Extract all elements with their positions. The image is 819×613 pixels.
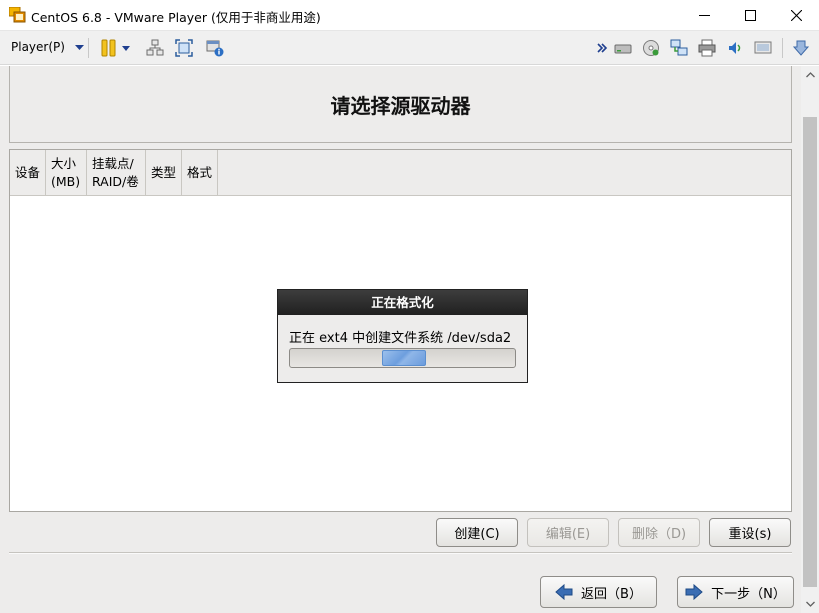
toolbar-separator [88,38,89,58]
pause-icon[interactable] [100,39,118,57]
next-button-label: 下一步（N） [711,586,786,602]
vertical-scrollbar[interactable] [801,66,819,613]
column-header-mount[interactable]: 挂载点/ RAID/卷 [87,150,146,196]
installer-header: 请选择源驱动器 [9,66,792,143]
sound-card-icon[interactable] [726,39,744,57]
arrow-right-icon [685,584,703,600]
chevron-down-icon [805,601,815,607]
send-ctrl-alt-del-icon[interactable] [146,39,164,57]
download-icon[interactable] [792,39,810,57]
player-menu[interactable]: Player(P) [11,40,84,54]
column-header-device[interactable]: 设备 [10,150,46,196]
maximize-button[interactable] [727,0,773,31]
table-header: 设备 大小 (MB) 挂载点/ RAID/卷 类型 格式 [10,150,791,196]
more-chevron-icon[interactable] [596,39,608,57]
unity-icon[interactable] [206,39,224,57]
formatting-dialog: 正在格式化 正在 ext4 中创建文件系统 /dev/sda2 [277,289,528,383]
minimize-button[interactable] [681,0,727,31]
scroll-thumb[interactable] [803,117,817,587]
column-header-size[interactable]: 大小 (MB) [46,150,87,196]
create-button[interactable]: 创建(C) [436,518,518,547]
title-bar: CentOS 6.8 - VMware Player (仅用于非商业用途) [0,0,819,31]
display-icon[interactable] [754,39,772,57]
dialog-title: 正在格式化 [278,290,527,315]
next-button[interactable]: 下一步（N） [677,576,794,608]
cd-dvd-icon[interactable] [642,39,660,57]
chevron-up-icon [805,72,815,78]
minimize-icon [698,15,710,16]
vmware-player-icon [9,7,26,23]
dropdown-arrow-icon [74,44,84,50]
progress-pulse [382,350,426,366]
network-adapter-icon[interactable] [670,39,688,57]
back-button-label: 返回（B） [581,586,642,602]
scroll-up-button[interactable] [801,66,819,84]
column-header-type[interactable]: 类型 [146,150,182,196]
close-icon [790,10,802,21]
maximize-icon [744,10,756,21]
edit-button[interactable]: 编辑(E) [527,518,609,547]
dialog-message: 正在 ext4 中创建文件系统 /dev/sda2 [289,331,512,346]
back-button[interactable]: 返回（B） [540,576,657,608]
toolbar-separator [782,38,783,58]
divider [9,552,792,554]
fullscreen-icon[interactable] [175,39,193,57]
page-title: 请选择源驱动器 [330,94,471,118]
hard-disk-icon[interactable] [614,39,632,57]
pause-dropdown-arrow-icon[interactable] [121,39,131,57]
window-title: CentOS 6.8 - VMware Player (仅用于非商业用途) [31,10,321,25]
progress-bar [289,348,516,368]
scroll-down-button[interactable] [801,595,819,613]
player-menu-label: Player(P) [11,40,65,54]
printer-icon[interactable] [698,39,716,57]
column-header-format[interactable]: 格式 [182,150,218,196]
guest-screen[interactable]: 请选择源驱动器 设备 大小 (MB) 挂载点/ RAID/卷 类型 格式 正在格… [0,66,801,613]
delete-button[interactable]: 删除（D) [618,518,700,547]
player-toolbar: Player(P) [0,31,819,65]
reset-button[interactable]: 重设(s) [709,518,791,547]
close-button[interactable] [773,0,819,31]
arrow-left-icon [555,584,573,600]
